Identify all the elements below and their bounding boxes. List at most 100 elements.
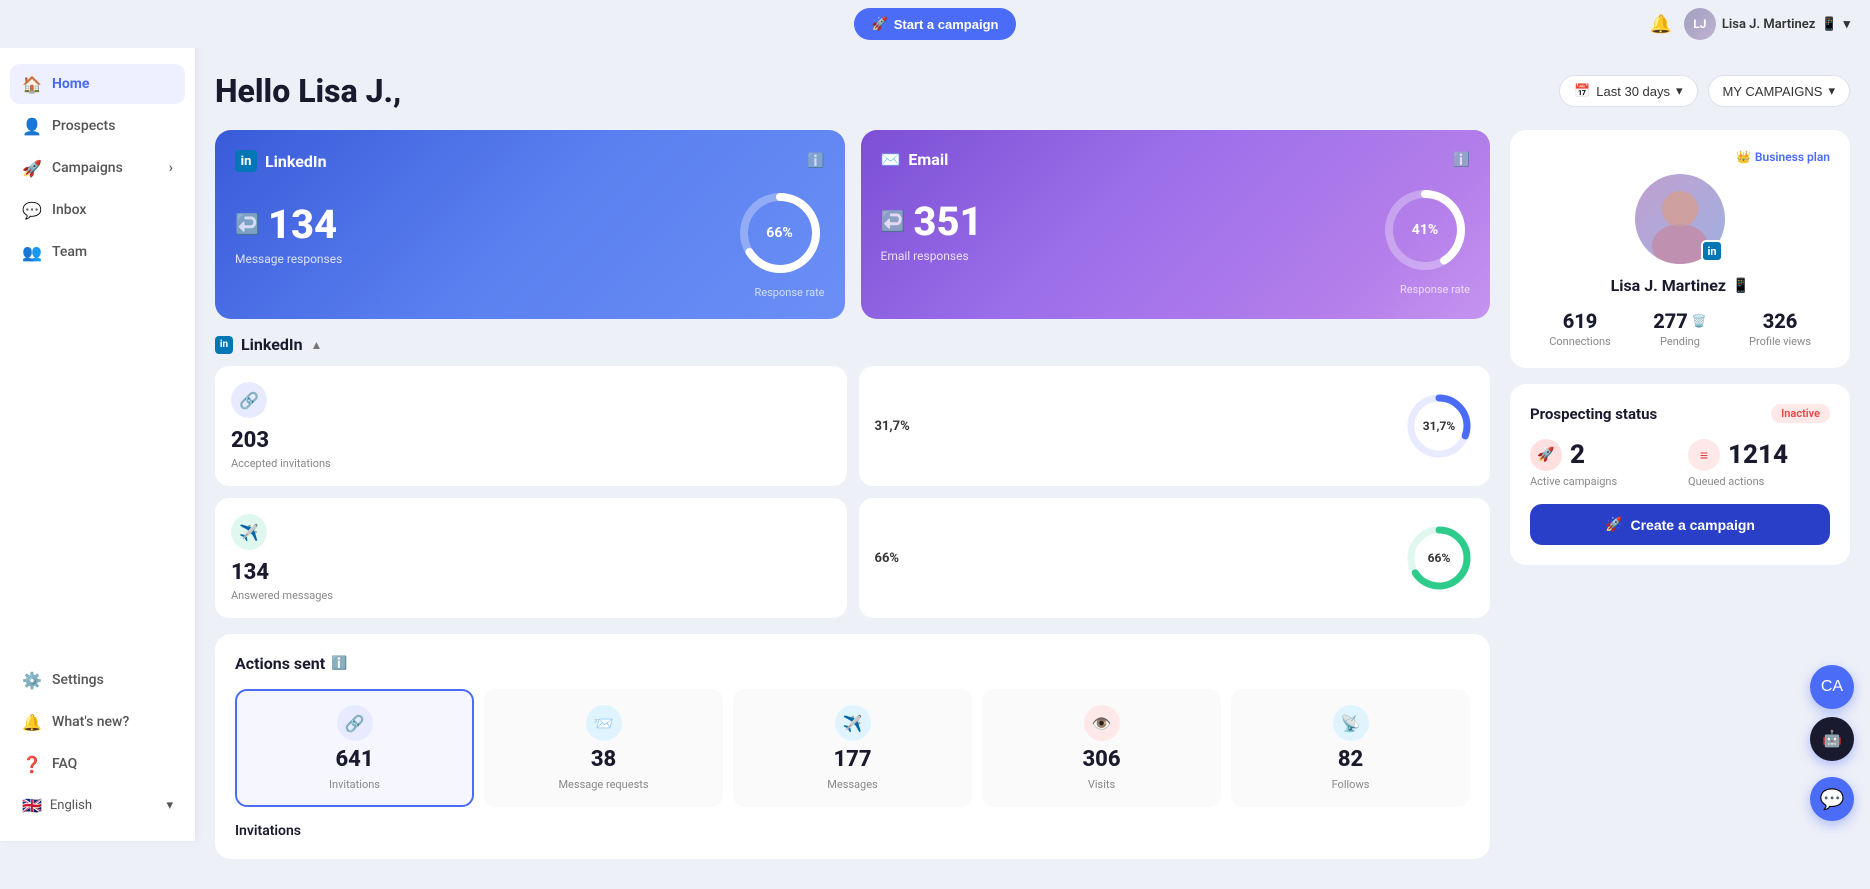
business-plan-badge[interactable]: 👑 Business plan [1736, 150, 1830, 164]
sidebar-item-label: Prospects [52, 118, 115, 134]
sidebar-item-home[interactable]: 🏠 Home [10, 64, 185, 104]
active-campaigns-stat: 🚀 2 Active campaigns [1530, 439, 1672, 488]
phone-icon: 📱 [1732, 278, 1749, 294]
queued-count: 1214 [1728, 440, 1788, 470]
rocket-icon: 🚀 [22, 158, 42, 178]
message-icon: ↩️ [235, 212, 260, 236]
chevron-down-icon: ▾ [1843, 17, 1850, 32]
action-card-visits[interactable]: 👁️ 306 Visits [982, 689, 1221, 807]
card-platform: ✉️ Email [881, 150, 949, 169]
queued-label: Queued actions [1688, 475, 1764, 488]
email-icon: ✉️ [881, 150, 901, 169]
sidebar-item-whats-new[interactable]: 🔔 What's new? [10, 702, 185, 742]
rate-label-2: 66% [875, 551, 900, 566]
response-rate-donut: 66% [1404, 523, 1474, 593]
rss-icon: 📡 [1341, 714, 1361, 733]
metric-responses: ↩️ 134 Message responses [235, 201, 342, 266]
messages-count: 177 [833, 747, 871, 772]
message-icon-circle: ✈️ [231, 514, 267, 550]
active-campaigns-label: Active campaigns [1530, 475, 1617, 488]
sidebar-nav: 🏠 Home 👤 Prospects 🚀 Campaigns › 💬 Inbox… [0, 64, 195, 660]
sidebar-item-label: Home [52, 76, 89, 92]
actions-grid: 🔗 641 Invitations 📨 38 Message requests [235, 689, 1470, 807]
invitations-label: Invitations [329, 778, 380, 791]
message-requests-label: Message requests [558, 778, 648, 791]
response-count: 134 [268, 201, 337, 248]
queued-actions-stat: ≡ 1214 Queued actions [1688, 439, 1830, 488]
create-campaign-button[interactable]: 🚀 Create a campaign [1530, 504, 1830, 545]
team-icon: 👥 [22, 242, 42, 262]
sidebar-item-campaigns[interactable]: 🚀 Campaigns › [10, 148, 185, 188]
rate-label: 31,7% [875, 419, 910, 434]
sidebar-item-team[interactable]: 👥 Team [10, 232, 185, 272]
connections-count: 619 [1530, 309, 1630, 333]
chat-button[interactable]: 💬 [1810, 777, 1854, 821]
active-campaigns-count: 2 [1570, 440, 1585, 470]
person-icon: 👤 [22, 116, 42, 136]
stat-row-2: ≡ 1214 [1688, 439, 1788, 471]
donut-pct-label: 31,7% [1423, 419, 1455, 433]
prospecting-card: Prospecting status Inactive 🚀 2 Active c… [1510, 384, 1850, 565]
campaigns-dropdown[interactable]: MY CAMPAIGNS ▾ [1708, 75, 1850, 107]
email-rate-donut: 41% [1380, 185, 1470, 275]
linkedin-icon-small: in [215, 336, 233, 354]
sidebar-item-faq[interactable]: ❓ FAQ [10, 744, 185, 784]
answered-count: 134 [231, 560, 269, 585]
email-metric-icon: ↩️ [881, 209, 906, 233]
message-requests-count: 38 [591, 747, 616, 772]
avatar: LJ [1684, 8, 1716, 40]
info-icon[interactable]: ℹ️ [807, 153, 824, 169]
linkedin-icon: in [235, 150, 257, 172]
language-selector[interactable]: 🇬🇧 English ▾ [10, 786, 185, 825]
detail-metric: ✈️ 134 Answered messages [231, 514, 333, 602]
campaigns-label: MY CAMPAIGNS [1723, 84, 1823, 99]
period-dropdown[interactable]: 📅 Last 30 days ▾ [1559, 75, 1697, 107]
start-campaign-button[interactable]: 🚀 Start a campaign [854, 8, 1017, 40]
invitations-label: Accepted invitations [231, 457, 331, 470]
rocket-icon: 🚀 [1537, 447, 1554, 463]
action-card-invitations[interactable]: 🔗 641 Invitations [235, 689, 474, 807]
follows-count: 82 [1338, 747, 1363, 772]
sidebar-item-prospects[interactable]: 👤 Prospects [10, 106, 185, 146]
rocket-icon: 🚀 [872, 16, 888, 32]
profile-avatar-wrapper: in [1635, 174, 1725, 264]
chevron-down-icon: ▾ [1828, 83, 1835, 99]
link-icon: 🔗 [345, 714, 365, 733]
detail-cards: 🔗 203 Accepted invitations 31,7% [215, 366, 1490, 618]
invitations-icon-circle: 🔗 [337, 705, 373, 741]
action-card-message-requests[interactable]: 📨 38 Message requests [484, 689, 723, 807]
calendar-icon: 📅 [1574, 83, 1590, 99]
link-icon: 🔗 [239, 391, 259, 410]
user-badge[interactable]: LJ Lisa J. Martinez 📱 ▾ [1684, 8, 1850, 40]
info-icon[interactable]: ℹ️ [1453, 152, 1470, 168]
sidebar-item-inbox[interactable]: 💬 Inbox [10, 190, 185, 230]
float-button-1[interactable]: CA [1810, 665, 1854, 709]
chevron-up-icon[interactable]: ▲ [311, 338, 323, 352]
profile-views-stat: 326 Profile views [1730, 309, 1830, 348]
rate-label: Response rate [1400, 283, 1470, 296]
detail-metric: 66% [875, 551, 900, 566]
queue-icon-circle: ≡ [1688, 439, 1720, 471]
profile-views-label: Profile views [1730, 335, 1830, 348]
inbox-icon: 💬 [22, 200, 42, 220]
profile-views-count: 326 [1730, 309, 1830, 333]
bell-icon[interactable]: 🔔 [1649, 14, 1671, 35]
float-button-2[interactable]: 🤖 [1810, 717, 1854, 761]
platform-label: Email [908, 150, 948, 169]
follows-label: Follows [1332, 778, 1370, 791]
email-stat-card: ✉️ Email ℹ️ ↩️ 351 Email responses [861, 130, 1491, 319]
detail-metric: 🔗 203 Accepted invitations [231, 382, 331, 470]
crown-icon: 👑 [1736, 150, 1751, 164]
action-card-messages[interactable]: ✈️ 177 Messages [733, 689, 972, 807]
actions-title: Actions sent ℹ️ [235, 654, 1470, 673]
info-icon: ℹ️ [331, 656, 347, 671]
sidebar-bottom: ⚙️ Settings 🔔 What's new? ❓ FAQ 🇬🇧 Engli… [0, 660, 195, 825]
acceptance-rate-donut: 31,7% [1404, 391, 1474, 461]
visits-label: Visits [1088, 778, 1115, 791]
action-card-follows[interactable]: 📡 82 Follows [1231, 689, 1470, 807]
invitations-count: 203 [231, 428, 269, 453]
link-icon-circle: 🔗 [231, 382, 267, 418]
period-label: Last 30 days [1596, 84, 1670, 99]
sidebar-item-settings[interactable]: ⚙️ Settings [10, 660, 185, 700]
question-icon: ❓ [22, 754, 42, 774]
